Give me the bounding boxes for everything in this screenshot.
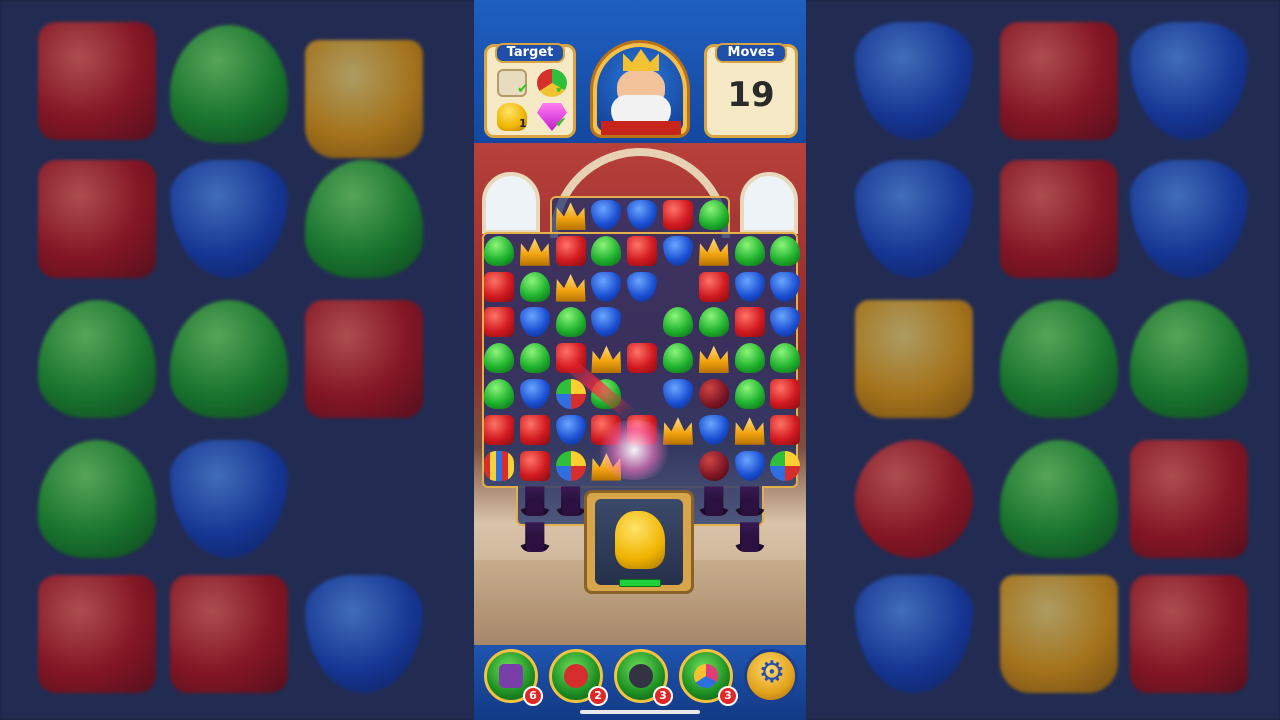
- hammer-icon: [499, 664, 523, 688]
- castle-window: [740, 172, 798, 234]
- bomb-piece[interactable]: [698, 379, 729, 409]
- gear-icon: ⚙: [758, 655, 786, 690]
- target-panel: Target ✔ ✔ 1 ✔: [484, 43, 576, 138]
- red-block-piece[interactable]: [519, 414, 550, 445]
- red-block-piece[interactable]: [555, 235, 586, 266]
- moves-label: Moves: [715, 43, 787, 63]
- red-block-piece[interactable]: [484, 307, 514, 338]
- castle-window: [482, 172, 540, 234]
- green-leaf-piece[interactable]: [663, 307, 693, 338]
- duck-target-count: 1: [519, 117, 527, 130]
- home-indicator[interactable]: [580, 710, 700, 714]
- arrow-booster[interactable]: 2: [549, 649, 608, 706]
- green-leaf-piece[interactable]: [770, 343, 801, 374]
- arrow-icon: [564, 664, 588, 688]
- bomb-piece[interactable]: [698, 450, 729, 481]
- jester-piece[interactable]: [770, 450, 801, 481]
- cannon-icon: [629, 664, 653, 688]
- red-block-piece[interactable]: [698, 271, 729, 302]
- red-block-piece[interactable]: [484, 271, 514, 302]
- green-leaf-piece[interactable]: [734, 343, 765, 374]
- rocket-piece[interactable]: [484, 450, 514, 481]
- check-icon: ✔: [555, 115, 567, 131]
- booster-bar: 6 2 3 3 ⚙: [474, 645, 806, 720]
- check-icon: ✔: [555, 81, 567, 97]
- hammer-booster[interactable]: 6: [484, 649, 543, 706]
- rubber-duck-icon: [615, 511, 665, 569]
- booster-count-badge: 3: [653, 686, 673, 706]
- red-block-piece[interactable]: [484, 414, 514, 445]
- cannon-booster[interactable]: 3: [614, 649, 673, 706]
- game-view: Target ✔ ✔ 1 ✔ Moves 19 6 2 3 3 ⚙: [474, 0, 806, 720]
- king-portrait: [590, 40, 690, 138]
- booster-count-badge: 2: [588, 686, 608, 706]
- green-leaf-piece[interactable]: [734, 235, 765, 266]
- green-leaf-piece[interactable]: [734, 379, 765, 409]
- green-leaf-piece[interactable]: [519, 271, 550, 302]
- moves-count: 19: [727, 75, 775, 115]
- game-screen: Target ✔ ✔ 1 ✔ Moves 19 6 2 3 3 ⚙: [0, 0, 1280, 720]
- jester-hat-booster[interactable]: 3: [679, 649, 738, 706]
- jester-hat-icon: [694, 664, 718, 688]
- green-leaf-piece[interactable]: [484, 235, 514, 266]
- duck-target-box: [584, 490, 694, 594]
- green-leaf-piece[interactable]: [698, 200, 729, 230]
- settings-button[interactable]: ⚙: [744, 649, 798, 703]
- jester-piece[interactable]: [555, 450, 586, 481]
- red-block-piece[interactable]: [519, 450, 550, 481]
- red-block-piece[interactable]: [627, 235, 658, 266]
- booster-count-badge: 6: [523, 686, 543, 706]
- duck-progress-bar: [619, 579, 661, 587]
- moves-panel: Moves 19: [704, 43, 798, 138]
- green-leaf-piece[interactable]: [484, 343, 514, 374]
- red-block-piece[interactable]: [770, 379, 801, 409]
- red-block-piece[interactable]: [627, 343, 658, 374]
- target-label: Target: [495, 43, 565, 63]
- green-leaf-piece[interactable]: [663, 343, 693, 374]
- green-leaf-piece[interactable]: [484, 379, 514, 409]
- check-icon: ✔: [517, 81, 529, 97]
- red-block-piece[interactable]: [770, 414, 801, 445]
- red-block-piece[interactable]: [734, 307, 765, 338]
- hud-bar: Target ✔ ✔ 1 ✔ Moves 19: [474, 0, 806, 143]
- red-block-piece[interactable]: [663, 200, 693, 230]
- green-leaf-piece[interactable]: [698, 307, 729, 338]
- blast-effect: [594, 420, 674, 480]
- booster-count-badge: 3: [718, 686, 738, 706]
- green-leaf-piece[interactable]: [519, 343, 550, 374]
- green-leaf-piece[interactable]: [555, 307, 586, 338]
